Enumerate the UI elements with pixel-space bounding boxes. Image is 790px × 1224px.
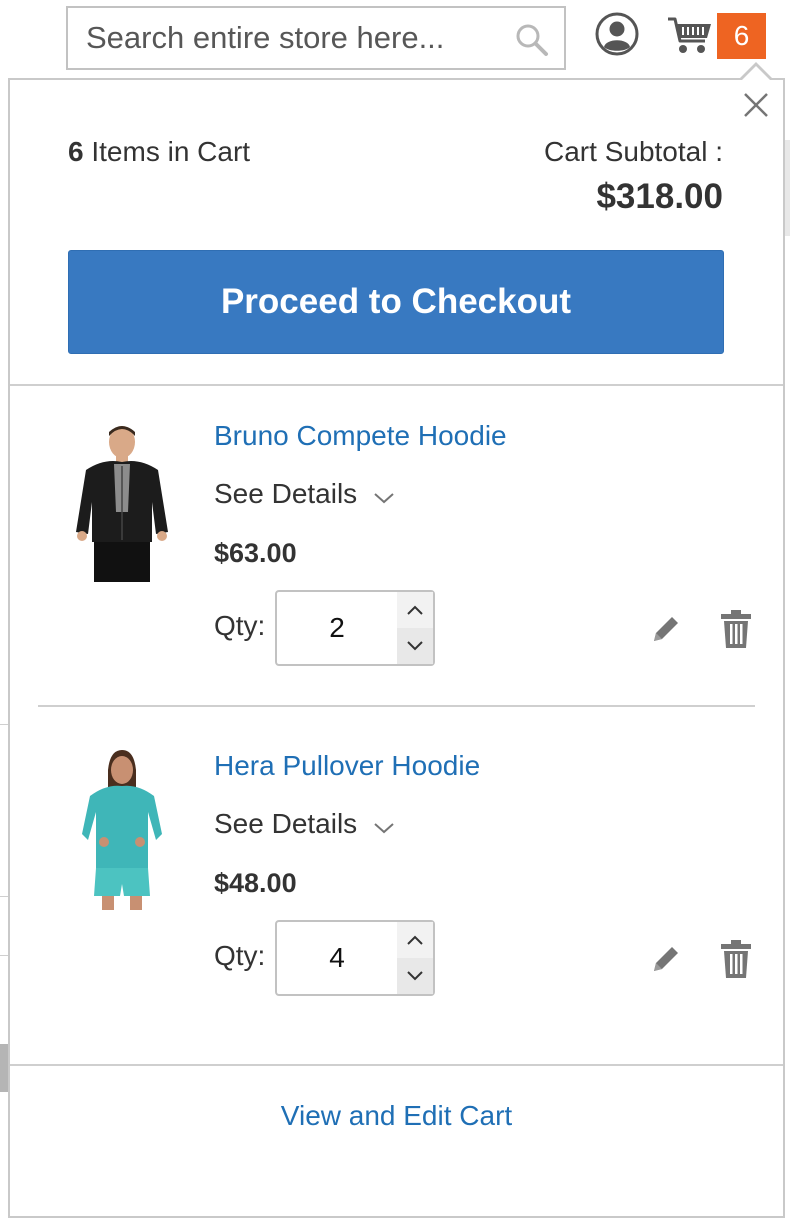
qty-increase-button[interactable] (397, 922, 433, 958)
items-label: Items in Cart (91, 136, 251, 167)
pencil-icon[interactable] (650, 613, 682, 645)
background-divider (0, 724, 8, 725)
items-count: 6 (68, 136, 84, 167)
subtotal-amount: $318.00 (596, 177, 723, 216)
qty-increase-button[interactable] (397, 592, 433, 628)
pencil-icon[interactable] (650, 943, 682, 975)
see-details-toggle[interactable]: See Details (214, 478, 395, 512)
search-icon[interactable] (514, 22, 550, 58)
product-name-link[interactable]: Hera Pullover Hoodie (214, 750, 480, 782)
view-edit-cart-link[interactable]: View and Edit Cart (10, 1100, 783, 1132)
search-form (66, 6, 566, 70)
product-price: $63.00 (214, 538, 297, 568)
minicart-dropdown: 6 Items in Cart Cart Subtotal : $318.00 … (8, 62, 785, 1218)
cart-counter-badge[interactable]: 6 (717, 13, 766, 59)
dropdown-caret-fill (741, 66, 771, 81)
chevron-down-icon (373, 480, 395, 512)
product-image[interactable] (64, 750, 184, 910)
qty-label: Qty: (214, 940, 266, 971)
quantity-stepper (397, 592, 433, 664)
qty-field (275, 920, 435, 996)
cart-icon[interactable] (667, 14, 713, 56)
qty-decrease-button[interactable] (397, 958, 433, 994)
page: 6 6 Items in Cart Cart Subtotal : $318.0… (0, 0, 790, 1224)
qty-label: Qty: (214, 610, 266, 641)
quantity-stepper (397, 922, 433, 994)
trash-icon[interactable] (721, 940, 751, 978)
divider (10, 384, 783, 386)
product-name-link[interactable]: Bruno Compete Hoodie (214, 420, 507, 452)
background-strip (0, 1044, 8, 1092)
subtotal-label: Cart Subtotal : (544, 136, 723, 167)
qty-input[interactable] (277, 592, 397, 664)
trash-icon[interactable] (721, 610, 751, 648)
product-image[interactable] (64, 422, 184, 582)
qty-decrease-button[interactable] (397, 628, 433, 664)
checkout-button[interactable]: Proceed to Checkout (68, 250, 724, 354)
background-divider (0, 955, 8, 956)
see-details-label: See Details (214, 478, 358, 509)
see-details-toggle[interactable]: See Details (214, 808, 395, 842)
qty-field (275, 590, 435, 666)
divider (10, 1064, 783, 1066)
background-divider (0, 896, 8, 897)
qty-input[interactable] (277, 922, 397, 994)
chevron-down-icon (373, 810, 395, 842)
product-price: $48.00 (214, 868, 297, 898)
close-icon[interactable] (739, 88, 773, 122)
search-input[interactable] (86, 18, 496, 58)
see-details-label: See Details (214, 808, 358, 839)
cart-item: Hera Pullover Hoodie See Details $48.00 … (10, 750, 783, 1050)
item-divider (38, 705, 755, 707)
account-icon[interactable] (595, 12, 639, 56)
cart-item: Bruno Compete Hoodie See Details $63.00 … (10, 420, 783, 720)
items-total: 6 Items in Cart (68, 136, 250, 168)
